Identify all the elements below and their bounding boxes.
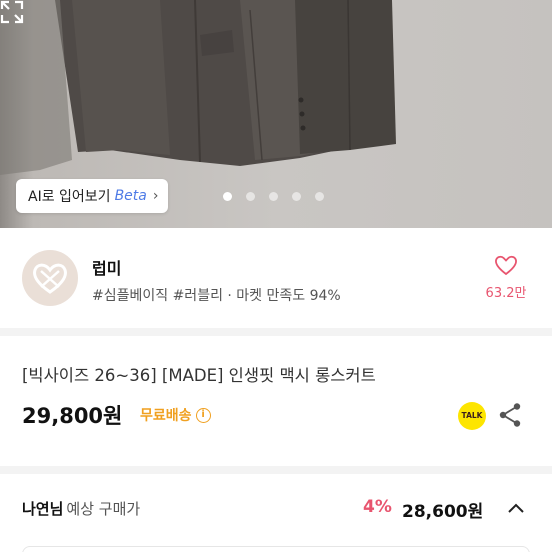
like-count: 63.2만: [485, 286, 527, 301]
free-shipping-badge[interactable]: 무료배송 i: [140, 405, 211, 425]
coupon-card: [22, 546, 530, 552]
product-price: 29,800원: [22, 404, 123, 428]
expected-price-text: 예상 구매가: [66, 500, 141, 518]
ai-try-on-button[interactable]: AI로 입어보기 Beta ›: [16, 179, 169, 213]
discount-percent: 4%: [363, 497, 392, 517]
product-photo[interactable]: AI로 입어보기 Beta ›: [0, 0, 552, 228]
chevron-up-icon[interactable]: [506, 498, 526, 518]
ai-try-on-label: AI로 입어보기: [28, 189, 111, 205]
shop-logo[interactable]: [22, 250, 78, 306]
carousel-dot[interactable]: [292, 192, 301, 201]
section-divider: [0, 466, 552, 474]
expected-price: 28,600원: [402, 502, 484, 522]
chevron-right-icon: ›: [152, 188, 159, 204]
info-icon[interactable]: i: [195, 407, 211, 423]
shop-row[interactable]: 럽미 #심플베이직 #러블리 · 마켓 만족도 94% 63.2만: [0, 228, 552, 328]
heart-outline-icon: [495, 255, 517, 276]
shop-name[interactable]: 럽미: [92, 255, 121, 279]
carousel-dot[interactable]: [269, 192, 278, 201]
carousel-dot[interactable]: [246, 192, 255, 201]
product-title: [빅사이즈 26~36] [MADE] 인생핏 맥시 롱스커트: [22, 366, 376, 385]
product-page: AI로 입어보기 Beta › 럽미 #심플베이직 #러블리 · 마켓 만족도 …: [0, 0, 552, 552]
expand-icon[interactable]: [0, 0, 24, 24]
kakao-talk-button[interactable]: TALK: [458, 402, 486, 430]
carousel-indicator: [223, 192, 324, 201]
section-divider: [0, 328, 552, 336]
like-button[interactable]: 63.2만: [480, 254, 532, 301]
carousel-dot[interactable]: [315, 192, 324, 201]
heart-logo-icon: [33, 263, 67, 294]
user-name: 나연님: [22, 500, 64, 518]
carousel-dot[interactable]: [223, 192, 232, 201]
share-icon[interactable]: [498, 402, 522, 428]
free-shipping-label: 무료배송: [140, 408, 192, 424]
shop-tags: #심플베이직 #러블리 · 마켓 만족도 94%: [92, 288, 341, 304]
expected-price-label: 나연님 예상 구매가: [22, 498, 140, 519]
beta-label: Beta: [114, 188, 147, 204]
